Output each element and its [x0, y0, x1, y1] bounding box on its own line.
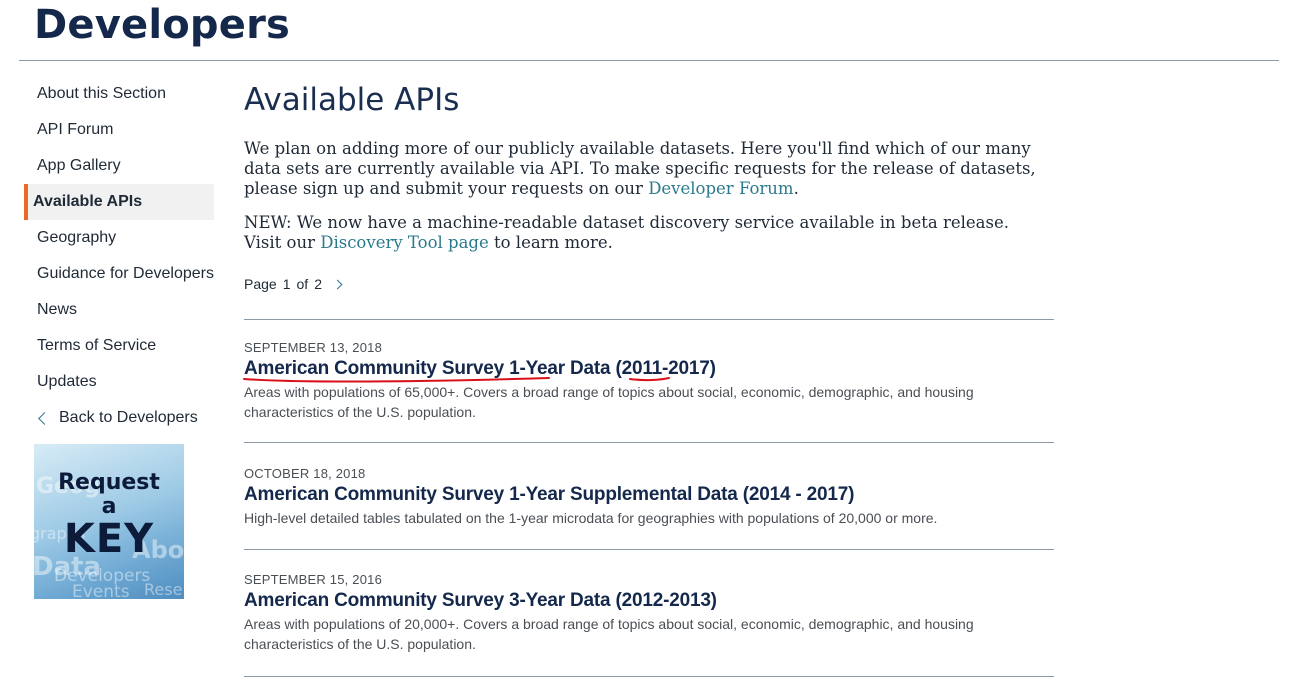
- banner-line-key: KEY: [63, 516, 155, 562]
- entry-date: SEPTEMBER 15, 2016: [244, 572, 382, 587]
- sidebar-item-available-apis[interactable]: Available APIs: [24, 184, 214, 220]
- back-link-label: Back to Developers: [59, 409, 198, 426]
- entry-title-link[interactable]: American Community Survey 3-Year Data (2…: [244, 590, 717, 612]
- header-divider: [19, 60, 1279, 61]
- sidebar-item-updates[interactable]: Updates: [24, 364, 214, 400]
- sidebar-item-geography[interactable]: Geography: [24, 220, 214, 256]
- entry-description: High-level detailed tables tabulated on …: [244, 510, 938, 526]
- entry-date: SEPTEMBER 13, 2018: [244, 340, 382, 355]
- banner-line-request: Request: [58, 470, 160, 495]
- pagination: Page 1 of 2: [244, 276, 343, 292]
- pager-of: of: [296, 276, 309, 292]
- chevron-left-icon: [38, 411, 51, 425]
- pager-total: 2: [314, 276, 322, 292]
- site-title: Developers: [34, 2, 291, 48]
- sidebar-item-about[interactable]: About this Section: [24, 76, 214, 112]
- list-divider: [244, 442, 1054, 443]
- list-divider: [244, 319, 1054, 320]
- back-to-developers-link[interactable]: Back to Developers: [24, 400, 214, 436]
- entry-date: OCTOBER 18, 2018: [244, 466, 366, 481]
- entry-title-link[interactable]: American Community Survey 1-Year Supplem…: [244, 484, 854, 506]
- list-divider: [244, 676, 1054, 677]
- intro-text: We plan on adding more of our publicly a…: [244, 139, 1036, 198]
- sidebar-item-app-gallery[interactable]: App Gallery: [24, 148, 214, 184]
- list-item: OCTOBER 18, 2018 American Community Surv…: [244, 466, 1044, 528]
- sidebar-item-guidance[interactable]: Guidance for Developers: [24, 256, 214, 292]
- request-key-banner[interactable]: Geog Data Abo Developers Events Rese gra…: [34, 444, 184, 599]
- sidebar-nav: About this Section API Forum App Gallery…: [24, 76, 214, 436]
- sidebar-item-terms[interactable]: Terms of Service: [24, 328, 214, 364]
- entry-description: Areas with populations of 65,000+. Cover…: [244, 384, 974, 420]
- intro-text-end: .: [793, 179, 799, 198]
- discovery-text-end: to learn more.: [488, 233, 613, 252]
- sidebar-item-news[interactable]: News: [24, 292, 214, 328]
- list-item: SEPTEMBER 15, 2016 American Community Su…: [244, 572, 1044, 654]
- discovery-paragraph: NEW: We now have a machine-readable data…: [244, 213, 1044, 253]
- sidebar-item-api-forum[interactable]: API Forum: [24, 112, 214, 148]
- pager-label: Page: [244, 276, 277, 292]
- banner-bg-word: Events: [72, 582, 130, 599]
- list-divider: [244, 549, 1054, 550]
- developer-forum-link[interactable]: Developer Forum: [648, 179, 793, 198]
- intro-paragraph: We plan on adding more of our publicly a…: [244, 139, 1044, 199]
- page-title: Available APIs: [244, 82, 460, 118]
- pager-current: 1: [282, 276, 291, 292]
- entry-title-link[interactable]: American Community Survey 1-Year Data (2…: [244, 358, 716, 380]
- banner-bg-word: Rese: [144, 580, 183, 599]
- chevron-right-icon[interactable]: [332, 279, 343, 290]
- list-item: SEPTEMBER 13, 2018 American Community Su…: [244, 340, 1044, 422]
- discovery-tool-link[interactable]: Discovery Tool page: [320, 233, 489, 252]
- entry-description: Areas with populations of 20,000+. Cover…: [244, 616, 974, 652]
